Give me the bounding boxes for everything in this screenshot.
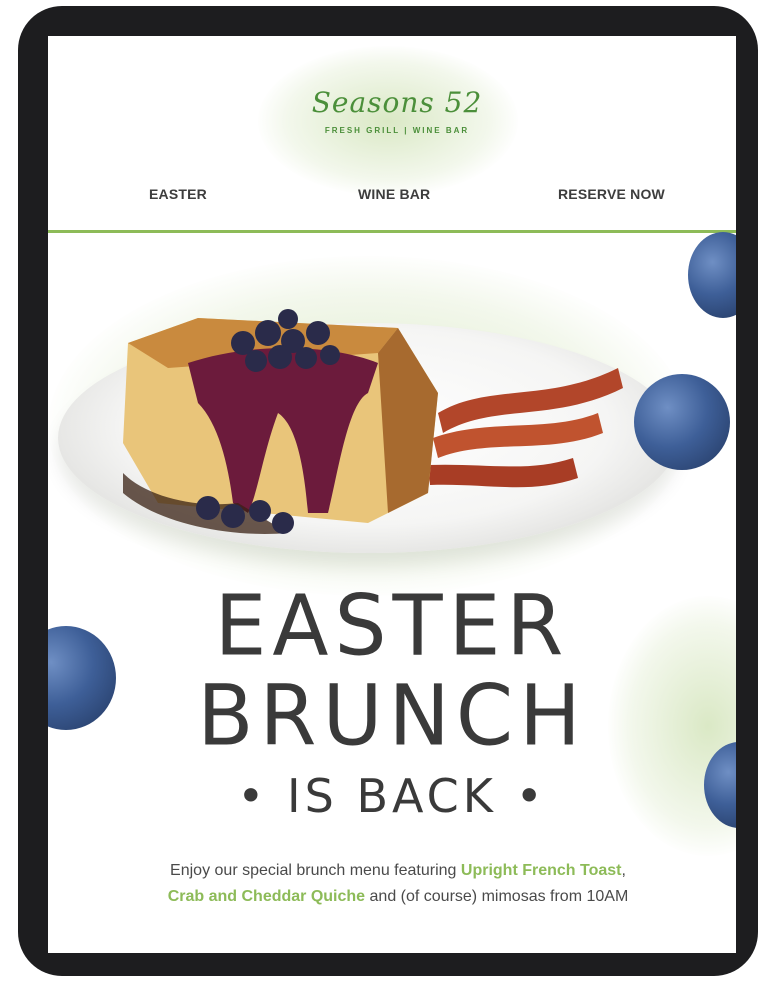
- logo-tagline: FRESH GRILL | WINE BAR: [324, 126, 470, 135]
- headline-block: EASTER BRUNCH • IS BACK •: [48, 578, 736, 823]
- blueberry-decoration: [634, 374, 730, 470]
- seasons-52-logo[interactable]: Seasons 52 FRESH GRILL | WINE BAR: [292, 76, 502, 156]
- nav-link-easter[interactable]: EASTER: [149, 186, 207, 202]
- top-navigation: EASTER WINE BAR RESERVE NOW: [48, 186, 736, 210]
- nav-link-wine-bar[interactable]: WINE BAR: [358, 186, 430, 202]
- logo-wordmark: Seasons 52: [311, 86, 483, 119]
- intro-separator: ,: [621, 862, 626, 879]
- headline-is-back: • IS BACK •: [237, 769, 547, 823]
- intro-paragraph: Enjoy our special brunch menu featuring …: [118, 858, 678, 910]
- headline-brunch: BRUNCH: [197, 668, 587, 765]
- hero-image[interactable]: [48, 233, 736, 613]
- email-header: Seasons 52 FRESH GRILL | WINE BAR EASTER…: [48, 36, 736, 233]
- nav-link-reserve-now[interactable]: RESERVE NOW: [558, 186, 665, 202]
- intro-text: Enjoy our special brunch menu featuring: [170, 862, 461, 879]
- link-crab-and-cheddar-quiche[interactable]: Crab and Cheddar Quiche: [168, 888, 365, 905]
- intro-text-suffix: and (of course) mimosas from 10AM: [365, 888, 629, 905]
- email-screen: Seasons 52 FRESH GRILL | WINE BAR EASTER…: [48, 36, 736, 953]
- french-toast-illustration: [123, 309, 623, 534]
- headline-easter: EASTER: [214, 578, 570, 675]
- link-upright-french-toast[interactable]: Upright French Toast: [461, 862, 622, 879]
